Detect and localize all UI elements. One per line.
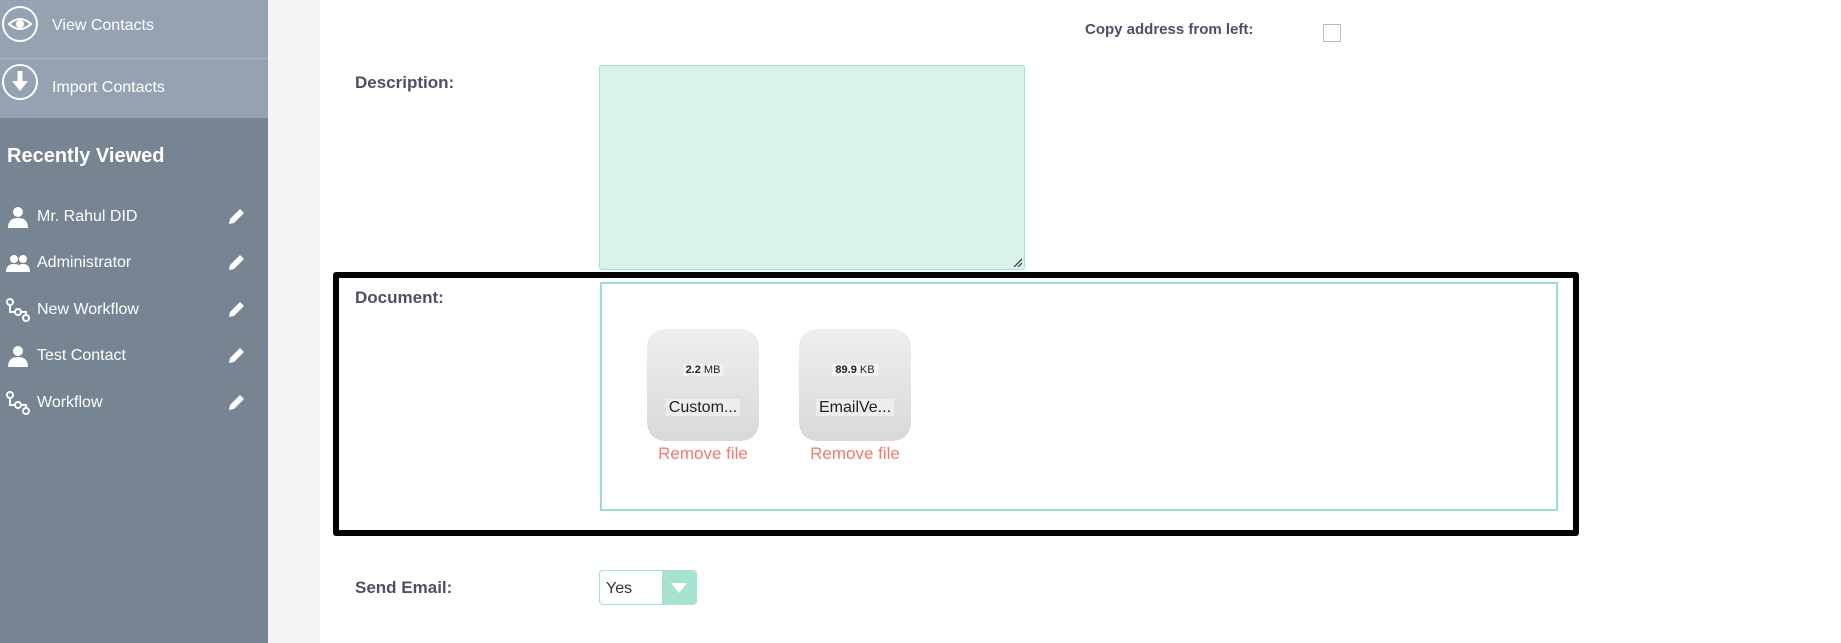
- view-contacts-label: View Contacts: [52, 17, 154, 34]
- recent-item-administrator[interactable]: Administrator: [0, 247, 268, 279]
- main-form: Copy address from left: Description: Doc…: [320, 0, 1841, 643]
- send-email-value: Yes: [606, 580, 633, 597]
- pencil-icon[interactable]: [226, 300, 246, 320]
- eye-icon: [2, 6, 38, 42]
- view-contacts-action[interactable]: View Contacts: [0, 0, 268, 58]
- dropdown-button[interactable]: [662, 571, 696, 604]
- send-email-label: Send Email:: [355, 578, 453, 597]
- copy-address-checkbox[interactable]: [1323, 24, 1341, 42]
- file-preview-1: 2.2 MB Custom...: [647, 329, 759, 441]
- description-label: Description:: [355, 73, 455, 92]
- recent-item-label: Test Contact: [37, 347, 126, 364]
- recent-item-test-contact[interactable]: Test Contact: [0, 340, 268, 372]
- description-textarea[interactable]: [599, 65, 1025, 270]
- workflow-icon: [6, 298, 30, 322]
- recent-item-label: New Workflow: [37, 301, 139, 318]
- person-icon: [8, 207, 28, 228]
- file-name: EmailVe...: [799, 399, 911, 417]
- recent-item-label: Administrator: [37, 254, 132, 271]
- recent-item-label: Workflow: [37, 394, 103, 411]
- pencil-icon[interactable]: [226, 346, 246, 366]
- person-icon: [8, 346, 28, 367]
- document-dropzone[interactable]: 2.2 MB Custom... Remove file 89.9 KB Ema…: [600, 282, 1558, 511]
- recent-item-mr-rahul-did[interactable]: Mr. Rahul DID: [0, 201, 268, 233]
- import-contacts-label: Import Contacts: [52, 79, 165, 96]
- file-name: Custom...: [647, 399, 759, 417]
- copy-address-label: Copy address from left:: [1085, 21, 1254, 38]
- file-size: 2.2 MB: [647, 364, 759, 376]
- users-icon: [6, 255, 30, 272]
- download-icon: [2, 64, 38, 100]
- recent-item-workflow[interactable]: Workflow: [0, 387, 268, 419]
- send-email-select[interactable]: Yes: [599, 570, 697, 605]
- file-size: 89.9 KB: [799, 364, 911, 376]
- workflow-icon: [6, 391, 30, 415]
- recent-item-label: Mr. Rahul DID: [37, 208, 138, 225]
- recent-item-new-workflow[interactable]: New Workflow: [0, 294, 268, 326]
- chevron-down-icon: [671, 583, 687, 593]
- file-preview-2: 89.9 KB EmailVe...: [799, 329, 911, 441]
- remove-file-link[interactable]: Remove file: [799, 444, 911, 464]
- pencil-icon[interactable]: [226, 393, 246, 413]
- pencil-icon[interactable]: [226, 207, 246, 227]
- sidebar: View Contacts Import Contacts Recently V…: [0, 0, 268, 643]
- import-contacts-action[interactable]: Import Contacts: [0, 59, 268, 118]
- pencil-icon[interactable]: [226, 253, 246, 273]
- recently-viewed-title: Recently Viewed: [7, 145, 165, 167]
- remove-file-link[interactable]: Remove file: [647, 444, 759, 464]
- document-label: Document:: [355, 288, 444, 307]
- resize-handle-icon[interactable]: [1012, 257, 1022, 267]
